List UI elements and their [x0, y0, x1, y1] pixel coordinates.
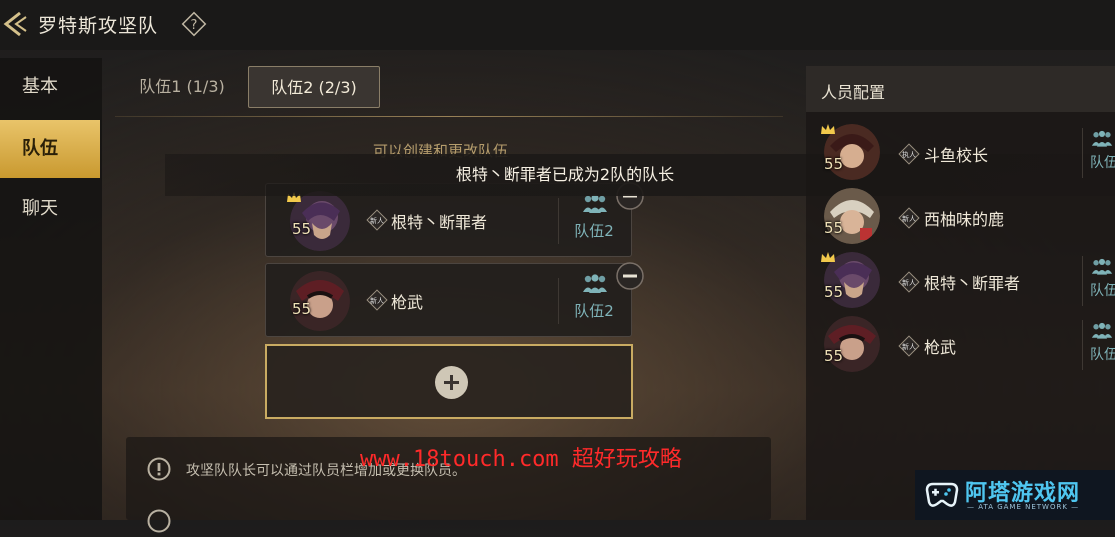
exclamation-icon [147, 509, 171, 533]
rank-badge-text: 新人 [902, 342, 916, 351]
sidebar-item-team[interactable]: 队伍 [0, 120, 100, 178]
sidebar-item-chat[interactable]: 聊天 [0, 180, 100, 238]
member-team-label: 队伍2 [574, 222, 614, 240]
rank-badge-text: 新人 [902, 278, 916, 287]
tab-team-1[interactable]: 队伍1 (1/3) [128, 66, 236, 108]
member-name: 西柚味的鹿 [924, 210, 1005, 229]
rank-badge-icon: 新人 [898, 335, 920, 357]
logo-subtitle: — ATA GAME NETWORK — [967, 503, 1080, 511]
roster-team-cell: 队伍 [1082, 320, 1115, 370]
level-badge: 55 [824, 155, 844, 173]
rank-badge-text: 新人 [370, 216, 384, 225]
level-badge: 55 [292, 220, 312, 238]
roster-row[interactable]: 55 执人 斗鱼校长 队伍 [806, 122, 1115, 186]
roster-panel: 人员配置 55 执人 斗鱼校长 队伍 55 新人 西柚味的鹿 55 新人 根特丶… [806, 66, 1115, 520]
rank-badge-icon: 新人 [366, 209, 388, 231]
level-badge: 55 [292, 300, 312, 318]
sidebar: 基本 队伍 聊天 [0, 58, 102, 520]
rank-badge-icon: 新人 [898, 207, 920, 229]
plus-icon[interactable] [435, 366, 468, 399]
leader-crown-icon [820, 120, 836, 134]
team-group-icon [582, 274, 608, 294]
svg-text:?: ? [191, 18, 198, 33]
level-badge: 55 [824, 219, 844, 237]
level-badge: 55 [824, 347, 844, 365]
member-name: 斗鱼校长 [924, 146, 989, 165]
sidebar-item-basic[interactable]: 基本 [0, 58, 100, 116]
watermark-text: www.18touch.com 超好玩攻略 [360, 447, 682, 472]
tab-divider [115, 116, 783, 117]
member-team-label: 队伍 [1090, 283, 1115, 299]
team-group-icon [582, 194, 608, 214]
member-team-label: 队伍 [1090, 155, 1115, 171]
roster-row[interactable]: 55 新人 西柚味的鹿 [806, 186, 1115, 250]
rank-badge-icon: 新人 [366, 289, 388, 311]
roster-team-cell: 队伍 [1082, 256, 1115, 306]
leader-crown-icon [820, 248, 836, 262]
member-name: 根特丶断罪者 [391, 213, 488, 232]
member-team-label: 队伍2 [574, 302, 614, 320]
roster-row[interactable]: 55 新人 枪武 队伍 [806, 314, 1115, 378]
rank-badge-text: 新人 [902, 214, 916, 223]
top-bar: 罗特斯攻坚队 ? [0, 0, 1115, 50]
roster-row[interactable]: 55 新人 根特丶断罪者 队伍 [806, 250, 1115, 314]
gamepad-logo-icon [925, 482, 959, 507]
member-name: 根特丶断罪者 [924, 274, 1021, 293]
rank-badge-text: 执人 [902, 150, 916, 159]
rank-badge-icon: 执人 [898, 143, 920, 165]
team-group-icon [1091, 322, 1113, 339]
help-icon[interactable]: ? [181, 11, 207, 37]
roster-header: 人员配置 [806, 66, 1115, 112]
rank-badge-text: 新人 [370, 296, 384, 305]
back-arrow-icon[interactable] [0, 8, 32, 40]
roster-team-cell: 队伍 [1082, 128, 1115, 178]
roster-title: 人员配置 [821, 83, 886, 102]
team-member-card[interactable]: 55 新人 枪武 队伍2 [265, 263, 632, 337]
member-name: 枪武 [391, 293, 424, 312]
rank-badge-icon: 新人 [898, 271, 920, 293]
team-group-icon [1091, 258, 1113, 275]
member-name: 枪武 [924, 338, 957, 357]
member-team-label: 队伍 [1090, 347, 1115, 363]
exclamation-icon [147, 457, 171, 481]
site-logo: 阿塔游戏网 — ATA GAME NETWORK — [915, 470, 1115, 520]
remove-member-button[interactable] [616, 262, 644, 290]
add-member-slot[interactable] [265, 344, 633, 419]
page-title: 罗特斯攻坚队 [38, 15, 159, 37]
tab-team-2[interactable]: 队伍2 (2/3) [248, 66, 380, 108]
level-badge: 55 [824, 283, 844, 301]
team-group-icon [1091, 130, 1113, 147]
